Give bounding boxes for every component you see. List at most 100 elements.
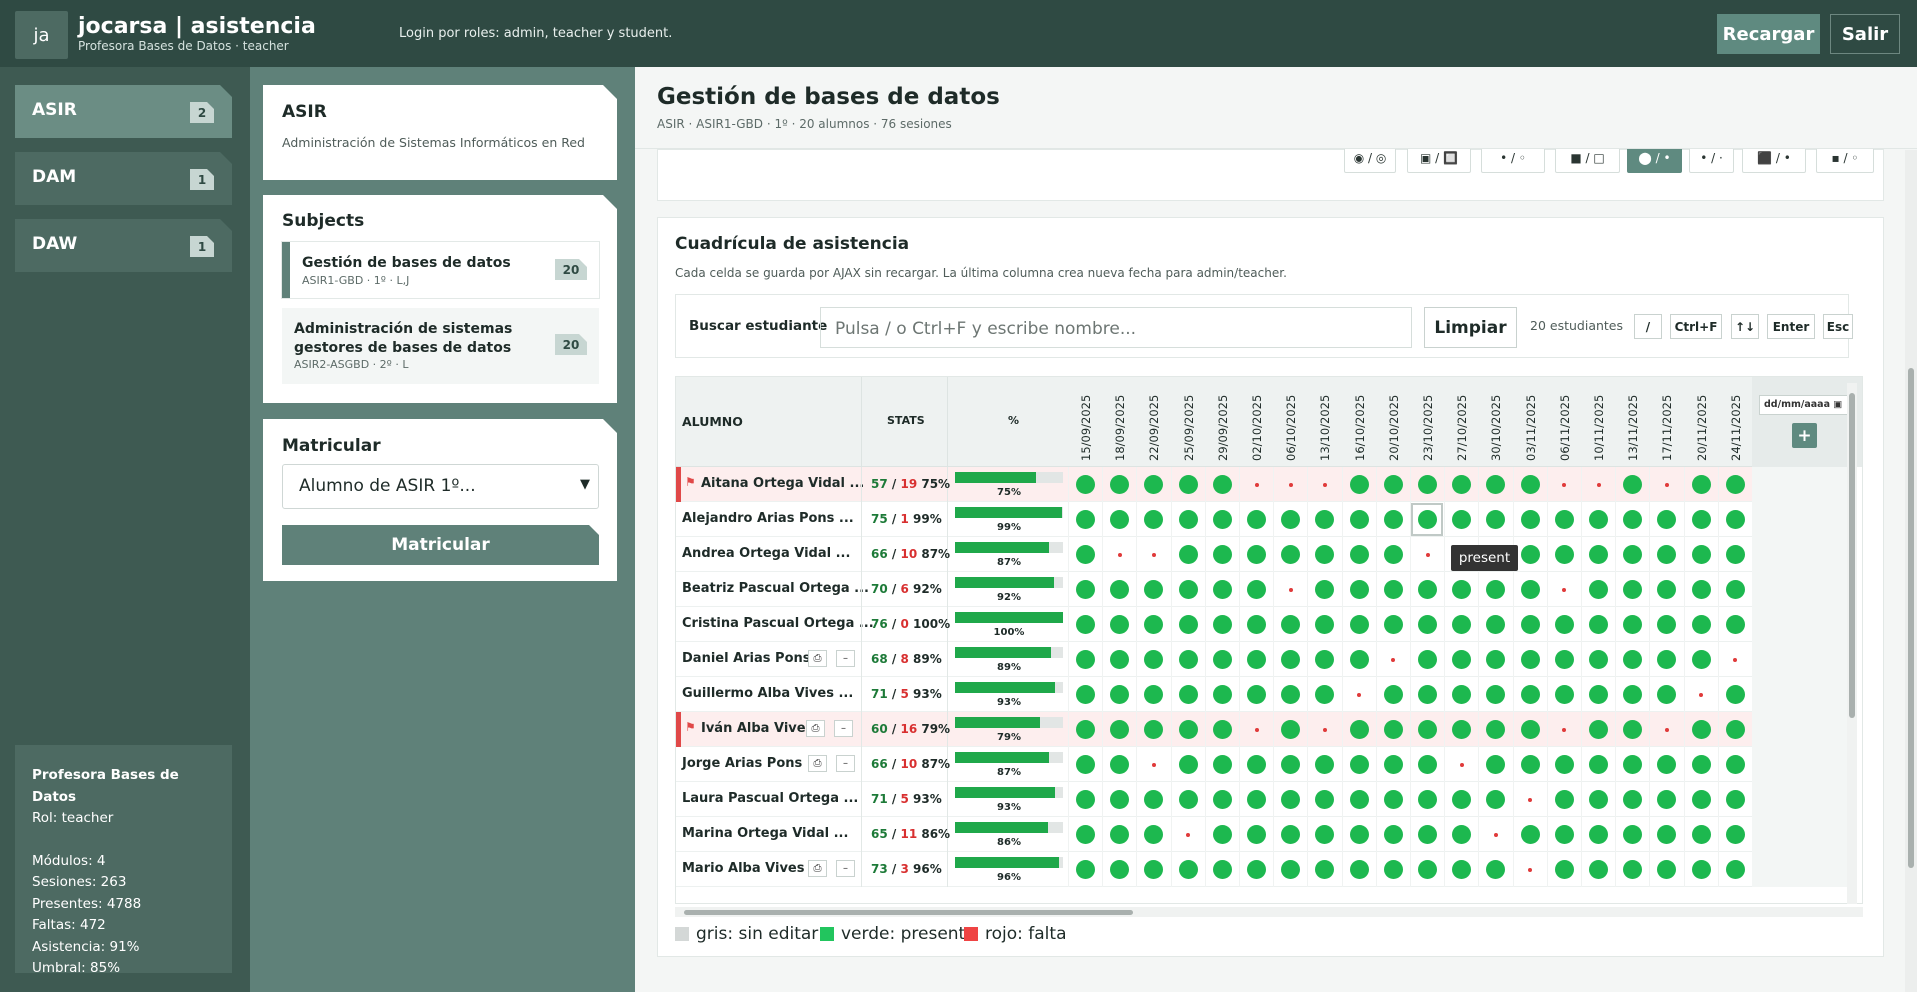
attendance-cell[interactable] (1375, 537, 1410, 572)
attendance-cell[interactable] (1204, 467, 1239, 502)
attendance-cell[interactable] (1204, 607, 1239, 642)
attendance-cell[interactable] (1581, 817, 1615, 852)
attendance-cell[interactable] (1478, 467, 1512, 502)
attendance-cell[interactable] (1239, 467, 1273, 502)
attendance-cell[interactable] (1649, 712, 1683, 747)
attendance-cell[interactable] (1136, 782, 1170, 817)
attendance-cell[interactable] (1102, 817, 1136, 852)
attendance-cell[interactable] (1068, 747, 1102, 782)
attendance-cell[interactable] (1375, 677, 1410, 712)
attendance-cell[interactable] (1717, 642, 1752, 677)
logout-button[interactable]: Salir (1830, 14, 1900, 54)
print-icon[interactable]: ⎙ (808, 755, 827, 772)
attendance-cell[interactable] (1410, 467, 1444, 502)
attendance-cell[interactable] (1546, 747, 1581, 782)
attendance-cell[interactable] (1170, 502, 1205, 537)
attendance-cell[interactable] (1683, 502, 1718, 537)
attendance-cell[interactable] (1102, 502, 1136, 537)
attendance-cell[interactable] (1649, 642, 1683, 677)
attendance-cell[interactable] (1512, 572, 1547, 607)
student-name[interactable]: Alejandro Arias Pons ... (682, 511, 854, 526)
attendance-cell[interactable] (1273, 747, 1307, 782)
attendance-cell[interactable] (1410, 537, 1444, 572)
student-name[interactable]: Laura Pascual Ortega ... (682, 791, 858, 806)
student-name[interactable]: Marina Ortega Vidal ... (682, 826, 848, 841)
attendance-cell[interactable] (1341, 677, 1376, 712)
attendance-cell[interactable] (1068, 852, 1102, 887)
attendance-cell[interactable] (1478, 747, 1512, 782)
attendance-cell[interactable] (1410, 817, 1444, 852)
attendance-cell[interactable] (1717, 817, 1752, 852)
attendance-cell[interactable] (1204, 642, 1239, 677)
attendance-cell[interactable] (1273, 782, 1307, 817)
attendance-cell[interactable] (1307, 502, 1341, 537)
attendance-cell[interactable] (1102, 712, 1136, 747)
attendance-cell[interactable] (1341, 747, 1376, 782)
attendance-cell[interactable] (1102, 782, 1136, 817)
attendance-cell[interactable] (1717, 467, 1752, 502)
attendance-cell[interactable] (1136, 817, 1170, 852)
attendance-cell[interactable] (1068, 607, 1102, 642)
attendance-cell[interactable] (1239, 537, 1273, 572)
attendance-cell[interactable] (1204, 852, 1239, 887)
attendance-cell[interactable] (1170, 677, 1205, 712)
attendance-cell[interactable] (1546, 677, 1581, 712)
attendance-cell[interactable] (1239, 782, 1273, 817)
attendance-cell[interactable] (1068, 782, 1102, 817)
attendance-cell[interactable] (1444, 502, 1478, 537)
attendance-cell[interactable] (1102, 642, 1136, 677)
attendance-cell[interactable] (1649, 502, 1683, 537)
attendance-cell[interactable] (1581, 712, 1615, 747)
attendance-cell[interactable] (1239, 642, 1273, 677)
attendance-cell[interactable] (1375, 817, 1410, 852)
minus-icon[interactable]: – (834, 720, 853, 737)
attendance-cell[interactable] (1341, 817, 1376, 852)
attendance-cell[interactable] (1546, 817, 1581, 852)
student-name[interactable]: Daniel Arias Pons (682, 651, 811, 666)
attendance-cell[interactable] (1444, 817, 1478, 852)
attendance-cell[interactable] (1170, 537, 1205, 572)
attendance-cell[interactable] (1581, 572, 1615, 607)
attendance-cell[interactable] (1307, 817, 1341, 852)
grid-vertical-scrollbar[interactable] (1847, 383, 1857, 904)
attendance-cell[interactable] (1102, 747, 1136, 782)
attendance-cell[interactable] (1307, 712, 1341, 747)
attendance-cell[interactable] (1273, 537, 1307, 572)
student-name[interactable]: Cristina Pascual Ortega ... (682, 616, 874, 631)
attendance-cell[interactable] (1615, 572, 1649, 607)
attendance-cell[interactable] (1341, 712, 1376, 747)
student-name[interactable]: Iván Alba Vives (701, 721, 813, 736)
attendance-cell[interactable] (1649, 607, 1683, 642)
attendance-cell[interactable] (1068, 502, 1102, 537)
attendance-cell[interactable] (1410, 677, 1444, 712)
attendance-cell[interactable] (1444, 747, 1478, 782)
attendance-cell[interactable] (1683, 537, 1718, 572)
attendance-cell[interactable] (1683, 852, 1718, 887)
attendance-cell[interactable] (1717, 747, 1752, 782)
attendance-cell[interactable] (1512, 642, 1547, 677)
attendance-cell[interactable] (1273, 852, 1307, 887)
attendance-cell[interactable] (1581, 467, 1615, 502)
subject-item-gbd[interactable]: Gestión de bases de datos ASIR1-GBD · 1º… (282, 242, 599, 298)
attendance-cell[interactable] (1239, 607, 1273, 642)
attendance-cell[interactable] (1546, 712, 1581, 747)
attendance-cell[interactable] (1239, 852, 1273, 887)
attendance-cell[interactable] (1375, 747, 1410, 782)
attendance-cell[interactable] (1410, 607, 1444, 642)
attendance-cell[interactable] (1170, 817, 1205, 852)
attendance-cell[interactable] (1683, 467, 1718, 502)
attendance-cell[interactable] (1444, 677, 1478, 712)
scroll-thumb[interactable] (684, 910, 1133, 915)
attendance-cell[interactable] (1581, 852, 1615, 887)
subject-item-asgbd[interactable]: Administración de sistemas gestores de b… (282, 308, 599, 384)
grid-horizontal-scrollbar[interactable] (675, 907, 1863, 917)
attendance-cell[interactable] (1204, 537, 1239, 572)
attendance-cell[interactable] (1717, 782, 1752, 817)
student-select[interactable]: Alumno de ASIR 1º... ▼ (282, 464, 599, 509)
attendance-cell[interactable] (1170, 747, 1205, 782)
attendance-cell[interactable] (1581, 677, 1615, 712)
attendance-cell[interactable] (1512, 782, 1547, 817)
attendance-cell[interactable] (1649, 852, 1683, 887)
attendance-cell[interactable] (1546, 537, 1581, 572)
attendance-cell[interactable] (1102, 572, 1136, 607)
